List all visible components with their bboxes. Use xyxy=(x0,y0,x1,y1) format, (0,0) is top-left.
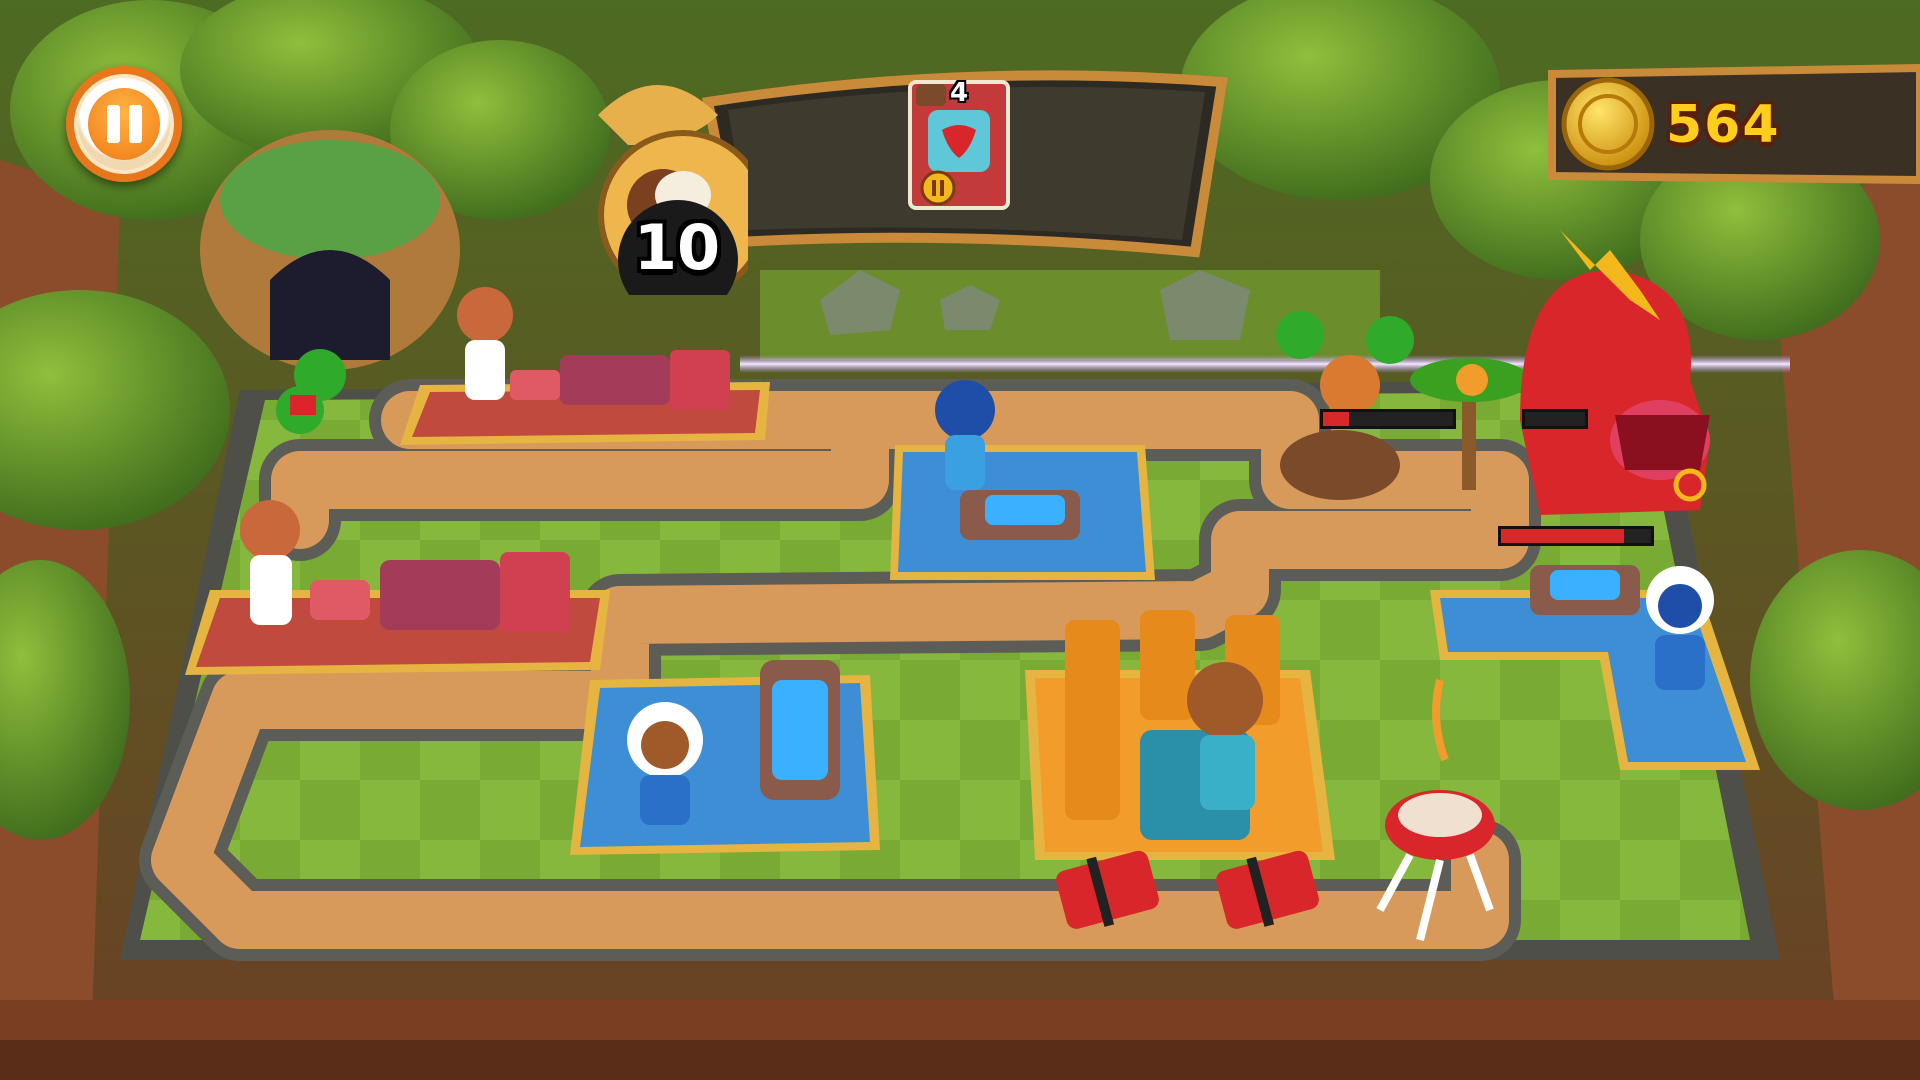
health-bar-parrot-fill xyxy=(1525,412,1585,426)
pause-icon xyxy=(88,88,160,160)
card-count: 4 xyxy=(950,78,969,108)
coin-count: 564 xyxy=(1666,95,1781,155)
coconut-count: 10 xyxy=(633,211,721,284)
health-bar-monkey-fill xyxy=(1323,412,1349,426)
cave-entrance xyxy=(200,130,460,370)
health-bar-monkey xyxy=(1320,409,1456,429)
health-bar-boss-fill xyxy=(1501,529,1624,543)
health-bar-boss xyxy=(1498,526,1654,546)
health-bar-parrot xyxy=(1522,409,1588,429)
tower-ice-bottom xyxy=(570,660,880,855)
pause-button[interactable] xyxy=(66,66,182,182)
tower-ice-top xyxy=(890,445,1155,580)
